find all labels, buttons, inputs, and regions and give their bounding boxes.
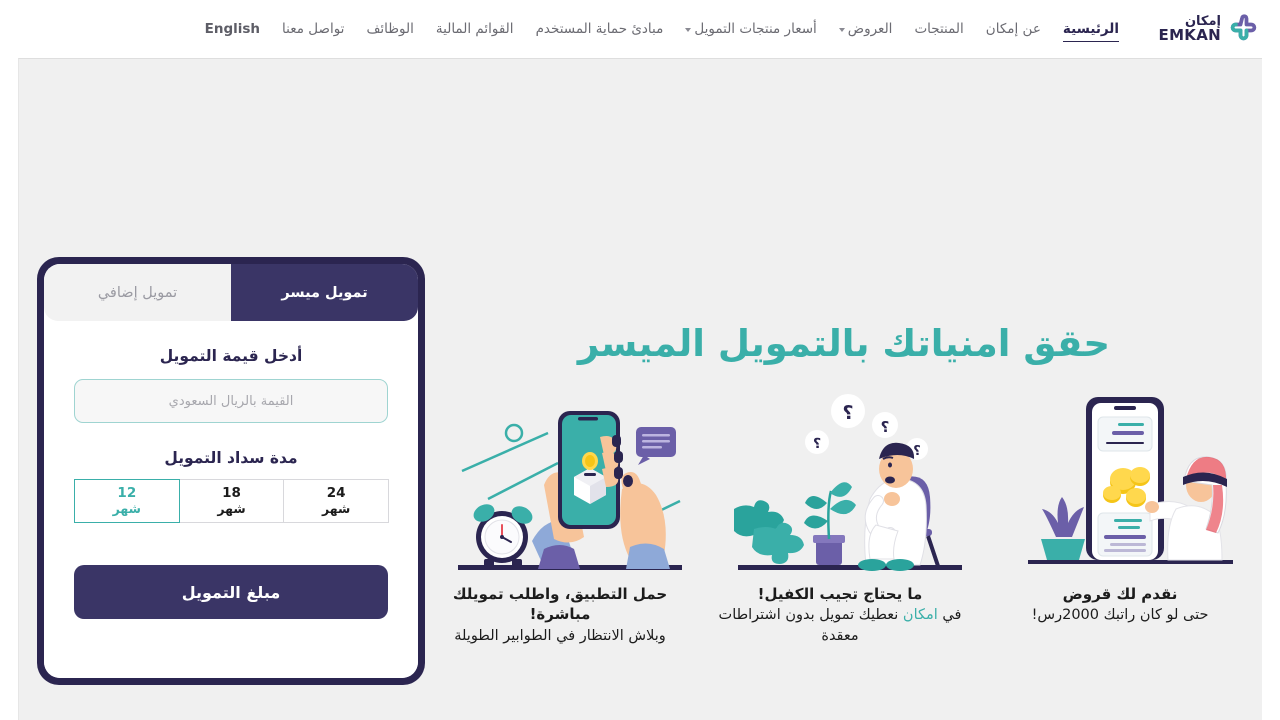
term-unit: شهر — [112, 500, 141, 516]
nav-label: الوظائف — [366, 21, 414, 37]
nav-item-financial-statements[interactable]: القوائم المالية — [425, 15, 525, 43]
feature-title: ما يحتاج تجيب الكفيل! — [757, 585, 923, 603]
feature-text: نقدم لك قروض حتى لو كان راتبك 2000رس! — [1022, 584, 1219, 626]
nav-item-offers[interactable]: العروض — [828, 15, 904, 43]
feature-text: حمل التطبيق، واطلب تمويلك مباشرة! وبلاش … — [420, 584, 700, 646]
term-unit: شهر — [322, 500, 351, 516]
nav-label: مبادئ حماية المستخدم — [535, 21, 664, 37]
svg-text:؟: ؟ — [881, 418, 890, 436]
feature-list: نقدم لك قروض حتى لو كان راتبك 2000رس! ؟ … — [420, 389, 1260, 699]
chevron-down-icon — [838, 27, 845, 32]
tab-label: تمويل إضافي — [97, 284, 178, 301]
phone-app-chat-illustration — [420, 389, 700, 584]
nav-item-products[interactable]: المنتجات — [903, 15, 974, 43]
active-indicator — [1062, 40, 1119, 42]
term-unit: شهر — [217, 500, 246, 516]
term-option-group: 24 شهر 18 شهر 12 شهر — [73, 479, 389, 523]
nav-item-language-english[interactable]: English — [194, 15, 271, 43]
calculate-financing-button[interactable]: مبلغ التمويل — [74, 565, 388, 619]
nav-item-about[interactable]: عن إمكان — [975, 15, 1052, 43]
nav-label: English — [204, 21, 261, 37]
nav-label: أسعار منتجات التمويل — [694, 21, 817, 37]
nav-label: عن إمكان — [985, 21, 1041, 37]
calculator-tabs: تمويل ميسر تمويل إضافي — [44, 264, 418, 321]
main-navigation: الرئيسية عن إمكان المنتجات العروض أسعار … — [0, 15, 1142, 43]
svg-text:؟: ؟ — [842, 402, 853, 424]
feature-subtitle-after: نعطيك تمويل بدون اشتراطات معقدة — [718, 607, 903, 644]
feature-subtitle-before: في — [937, 607, 962, 624]
term-option-18[interactable]: 18 شهر — [178, 479, 285, 523]
nav-item-contact[interactable]: تواصل معنا — [271, 15, 355, 43]
nav-label: القوائم المالية — [435, 21, 514, 37]
tab-easy-financing[interactable]: تمويل ميسر — [231, 264, 418, 321]
hero-section: حقق امنياتك بالتمويل الميسر نقدم لك قروض… — [18, 58, 1262, 720]
brand-logo[interactable]: إمكان EMKAN — [1142, 14, 1262, 44]
feature-title: حمل التطبيق، واطلب تمويلك مباشرة! — [452, 585, 668, 624]
nav-label: المنتجات — [914, 21, 964, 37]
nav-item-careers[interactable]: الوظائف — [355, 15, 424, 43]
term-option-24[interactable]: 24 شهر — [283, 479, 389, 523]
nav-label: تواصل معنا — [282, 21, 345, 37]
svg-text:؟: ؟ — [913, 444, 921, 459]
feature-title: نقدم لك قروض — [1062, 585, 1178, 603]
calculator-body: أدخل قيمة التمويل مدة سداد التمويل 24 شه… — [44, 321, 418, 678]
nav-label: العروض — [847, 21, 893, 37]
phone-coins-man-illustration — [980, 389, 1260, 584]
feature-item: حمل التطبيق، واطلب تمويلك مباشرة! وبلاش … — [420, 389, 700, 699]
feature-text: ما يحتاج تجيب الكفيل! في امكان نعطيك تمو… — [700, 584, 980, 646]
term-option-12[interactable]: 12 شهر — [73, 479, 180, 523]
chevron-down-icon — [685, 27, 692, 32]
feature-item: ؟ ؟ ؟ ؟ ما يحتاج تجيب الكفيل! في امكان ن… — [700, 389, 980, 699]
nav-label: الرئيسية — [1062, 21, 1119, 37]
financing-calculator-card: تمويل ميسر تمويل إضافي أدخل قيمة التمويل… — [37, 257, 425, 685]
feature-subtitle-text: حتى لو كان راتبك 2000رس! — [1031, 607, 1209, 624]
term-number: 18 — [222, 484, 241, 501]
term-field-label: مدة سداد التمويل — [164, 449, 298, 467]
nav-item-home[interactable]: الرئيسية — [1052, 15, 1130, 43]
emkan-logo-icon — [1228, 14, 1262, 44]
nav-item-financing-prices[interactable]: أسعار منتجات التمويل — [674, 15, 827, 43]
feature-subtitle: وبلاش الانتظار في الطوابير الطويلة — [430, 626, 690, 647]
feature-item: نقدم لك قروض حتى لو كان راتبك 2000رس! — [980, 389, 1260, 699]
amount-field-label: أدخل قيمة التمويل — [159, 347, 303, 365]
feature-subtitle-text: وبلاش الانتظار في الطوابير الطويلة — [454, 627, 666, 644]
site-header: إمكان EMKAN الرئيسية عن إمكان المنتجات ا… — [0, 0, 1280, 58]
term-number: 24 — [326, 484, 346, 501]
term-number: 12 — [117, 484, 137, 501]
tab-label: تمويل ميسر — [281, 284, 368, 301]
financing-amount-input[interactable] — [74, 379, 388, 423]
nav-item-user-protection[interactable]: مبادئ حماية المستخدم — [525, 15, 675, 43]
tab-additional-financing[interactable]: تمويل إضافي — [44, 264, 231, 321]
feature-subtitle: حتى لو كان راتبك 2000رس! — [1032, 605, 1209, 626]
hero-headline: حقق امنياتك بالتمويل الميسر — [577, 322, 1110, 365]
thinking-man-puzzle-illustration: ؟ ؟ ؟ ؟ — [700, 389, 980, 584]
svg-text:؟: ؟ — [813, 436, 821, 452]
brand-name-english: EMKAN — [1158, 26, 1221, 44]
calculator-inner: تمويل ميسر تمويل إضافي أدخل قيمة التمويل… — [44, 264, 418, 678]
brand-wordmark: إمكان EMKAN — [1159, 15, 1221, 43]
feature-subtitle-highlight: امكان — [902, 607, 938, 624]
feature-subtitle: في امكان نعطيك تمويل بدون اشتراطات معقدة — [710, 605, 970, 646]
